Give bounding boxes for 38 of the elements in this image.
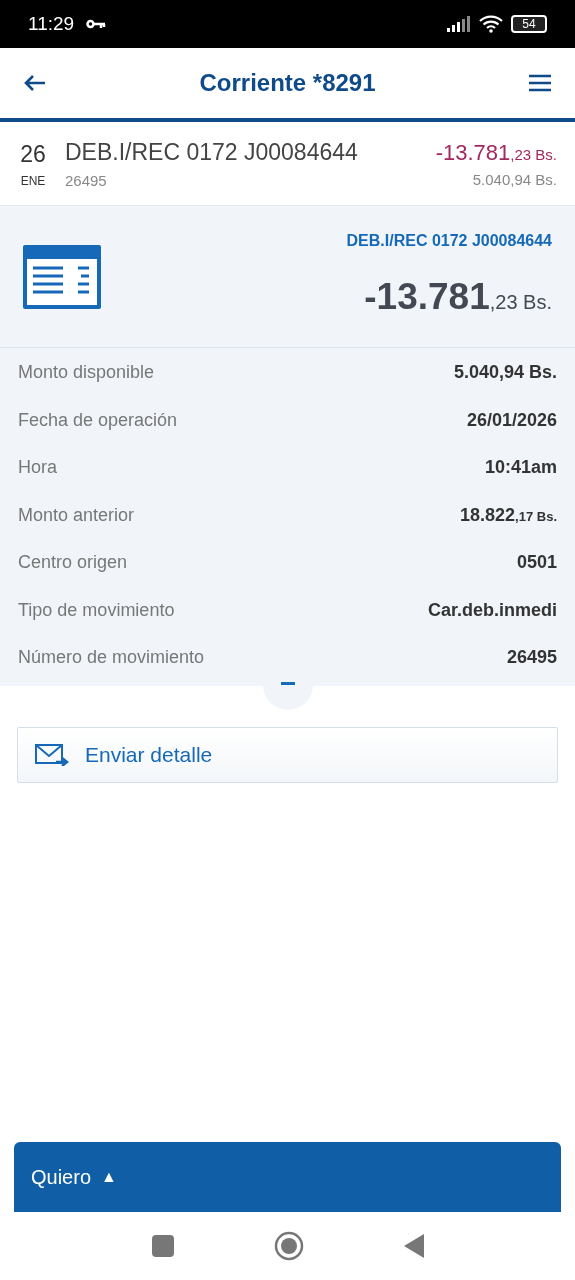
detail-label: Fecha de operación — [18, 408, 178, 432]
detail-value: 10:41am — [484, 456, 557, 480]
key-icon — [86, 19, 107, 29]
detail-value: Car.deb.inmedi — [427, 598, 557, 622]
transaction-day: 26 — [20, 137, 46, 172]
transaction-amount: -13.781,23 Bs. — [435, 138, 557, 167]
menu-icon — [529, 74, 551, 92]
transaction-reference: 26495 — [65, 170, 108, 191]
detail-value: 26/01/2026 — [466, 408, 557, 432]
detail-value: 26495 — [506, 646, 557, 670]
minus-icon — [280, 681, 295, 685]
mail-send-icon — [35, 743, 69, 766]
detail-value: 5.040,94 Bs. — [453, 361, 557, 385]
detail-amount: -13.781,23 Bs. — [364, 274, 552, 319]
transaction-balance: 5.040,94 Bs. — [472, 169, 557, 190]
statement-icon — [23, 244, 101, 309]
back-triangle-icon[interactable] — [403, 1234, 424, 1258]
home-circle-icon[interactable] — [273, 1231, 304, 1261]
detail-label: Número de movimiento — [18, 646, 205, 670]
square-icon[interactable] — [151, 1235, 174, 1257]
battery-icon: 54 — [511, 15, 547, 33]
back-arrow-icon — [23, 74, 47, 92]
status-time: 11:29 — [28, 11, 75, 36]
detail-title: DEB.I/REC 0172 J00084644 — [346, 230, 552, 251]
detail-label: Hora — [18, 456, 57, 480]
detail-value: 18.822,17 Bs. — [460, 503, 557, 527]
page-title: Corriente *8291 — [198, 68, 377, 98]
detail-value: 0501 — [516, 551, 557, 575]
transaction-description: DEB.I/REC 0172 J00084644 — [65, 138, 359, 167]
detail-label: Monto anterior — [18, 503, 135, 527]
signal-icon — [447, 16, 471, 32]
detail-label: Monto disponible — [18, 361, 155, 385]
detail-label: Centro origen — [18, 551, 128, 575]
quiero-bar[interactable]: Quiero ▲ — [14, 1142, 561, 1212]
transaction-month: ENE — [20, 172, 46, 190]
detail-label: Tipo de movimiento — [18, 598, 175, 622]
send-detail-button[interactable]: Enviar detalle — [17, 726, 558, 783]
wifi-icon — [479, 15, 503, 33]
